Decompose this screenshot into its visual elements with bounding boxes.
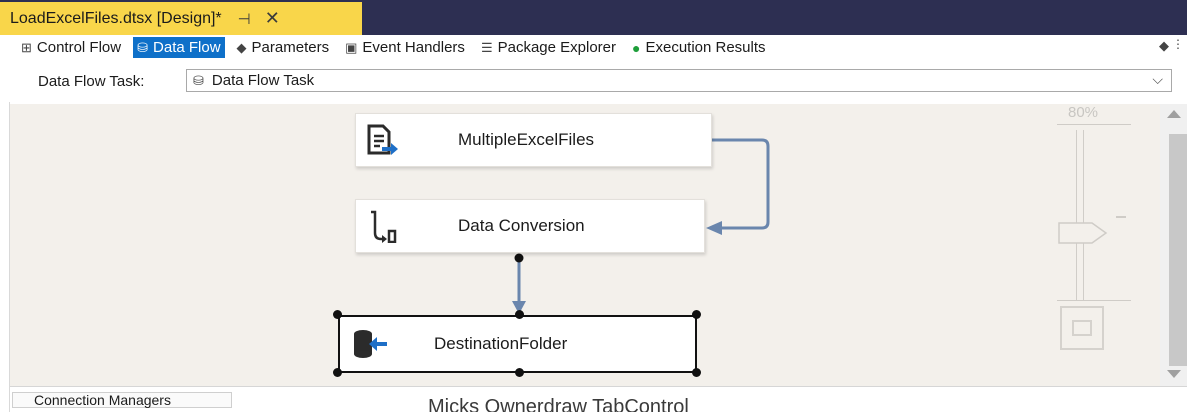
zoom-level: 80% [1068,104,1099,121]
tab-label: Data Flow [153,39,221,56]
tab-parameters[interactable]: ◆ Parameters [233,37,334,58]
destination-icon [352,326,388,362]
task-selector-value: Data Flow Task [211,72,315,89]
tab-package-explorer[interactable]: ☰ Package Explorer [477,37,620,58]
task-selector-label: Data Flow Task: [38,73,145,90]
event-handlers-icon: ▣ [345,39,358,55]
designer-tabs: ⊞ Control Flow ⛁ Data Flow ◆ Parameters … [0,35,1187,60]
pin-icon[interactable]: ⊣ [238,10,251,28]
close-icon[interactable]: ✕ [265,8,280,29]
zoom-slider-track[interactable] [1076,130,1084,300]
component-data-conversion[interactable]: Data Conversion [355,199,705,253]
document-tab-title: LoadExcelFiles.dtsx [Design]* [10,9,222,27]
tab-label: Parameters [251,39,330,56]
resize-handle[interactable] [692,368,701,377]
component-label: Data Conversion [458,216,585,235]
task-selector-row: Data Flow Task: ⛁ Data Flow Task ⌵ [0,60,1187,102]
scroll-up-icon[interactable] [1167,110,1181,118]
fit-icon [1072,320,1092,336]
data-flow-task-dropdown[interactable]: ⛁ Data Flow Task ⌵ [186,69,1172,92]
tab-control-caption: Micks Ownerdraw TabControl [428,396,689,412]
zoom-slider-thumb[interactable] [1058,222,1108,244]
chevron-down-icon: ⌵ [1152,71,1163,87]
parameters-overflow-icon[interactable]: ◆ [1159,38,1169,54]
zoom-divider [1057,300,1131,301]
ssis-designer-window: LoadExcelFiles.dtsx [Design]* ⊣ ✕ ⊞ Cont… [0,0,1187,412]
tab-label: Event Handlers [362,39,465,56]
tab-event-handlers[interactable]: ▣ Event Handlers [341,37,469,58]
component-label: MultipleExcelFiles [458,130,595,149]
vertical-scrollbar[interactable] [1160,104,1187,386]
component-label: DestinationFolder [434,334,568,353]
resize-handle[interactable] [333,310,342,319]
data-conversion-icon [364,208,400,244]
tab-execution-results[interactable]: ● Execution Results [628,37,770,58]
resize-handle[interactable] [515,310,524,319]
parameters-icon: ◆ [236,39,247,55]
tab-label: Package Explorer [497,39,616,56]
package-explorer-icon: ☰ [480,39,493,55]
resize-handle[interactable] [515,368,524,377]
data-flow-task-icon: ⛁ [193,72,204,88]
resize-handle[interactable] [333,368,342,377]
resize-handle[interactable] [692,310,701,319]
scroll-thumb[interactable] [1169,134,1187,366]
data-flow-icon: ⛁ [137,39,149,55]
zoom-divider [1057,124,1131,125]
document-tab[interactable]: LoadExcelFiles.dtsx [Design]* ⊣ ✕ [0,2,362,35]
component-destination-folder[interactable]: DestinationFolder [338,315,697,373]
control-flow-icon: ⊞ [21,39,32,55]
excel-source-icon [364,122,400,158]
execution-results-icon: ● [632,39,641,56]
overflow-icon[interactable]: ⋮ [1172,37,1184,51]
left-edge [0,102,10,412]
tab-label: Execution Results [645,39,766,56]
connection-managers-tab[interactable]: Connection Managers [12,392,232,408]
zoom-to-fit-button[interactable] [1060,306,1104,350]
scroll-down-icon[interactable] [1167,370,1181,378]
tab-data-flow[interactable]: ⛁ Data Flow [133,37,225,58]
document-tab-bar: LoadExcelFiles.dtsx [Design]* ⊣ ✕ [0,0,1187,35]
component-multiple-excel-files[interactable]: MultipleExcelFiles [355,113,712,167]
tab-label: Control Flow [36,39,122,56]
zoom-tick [1116,216,1126,218]
tab-control-flow[interactable]: ⊞ Control Flow [17,37,125,58]
